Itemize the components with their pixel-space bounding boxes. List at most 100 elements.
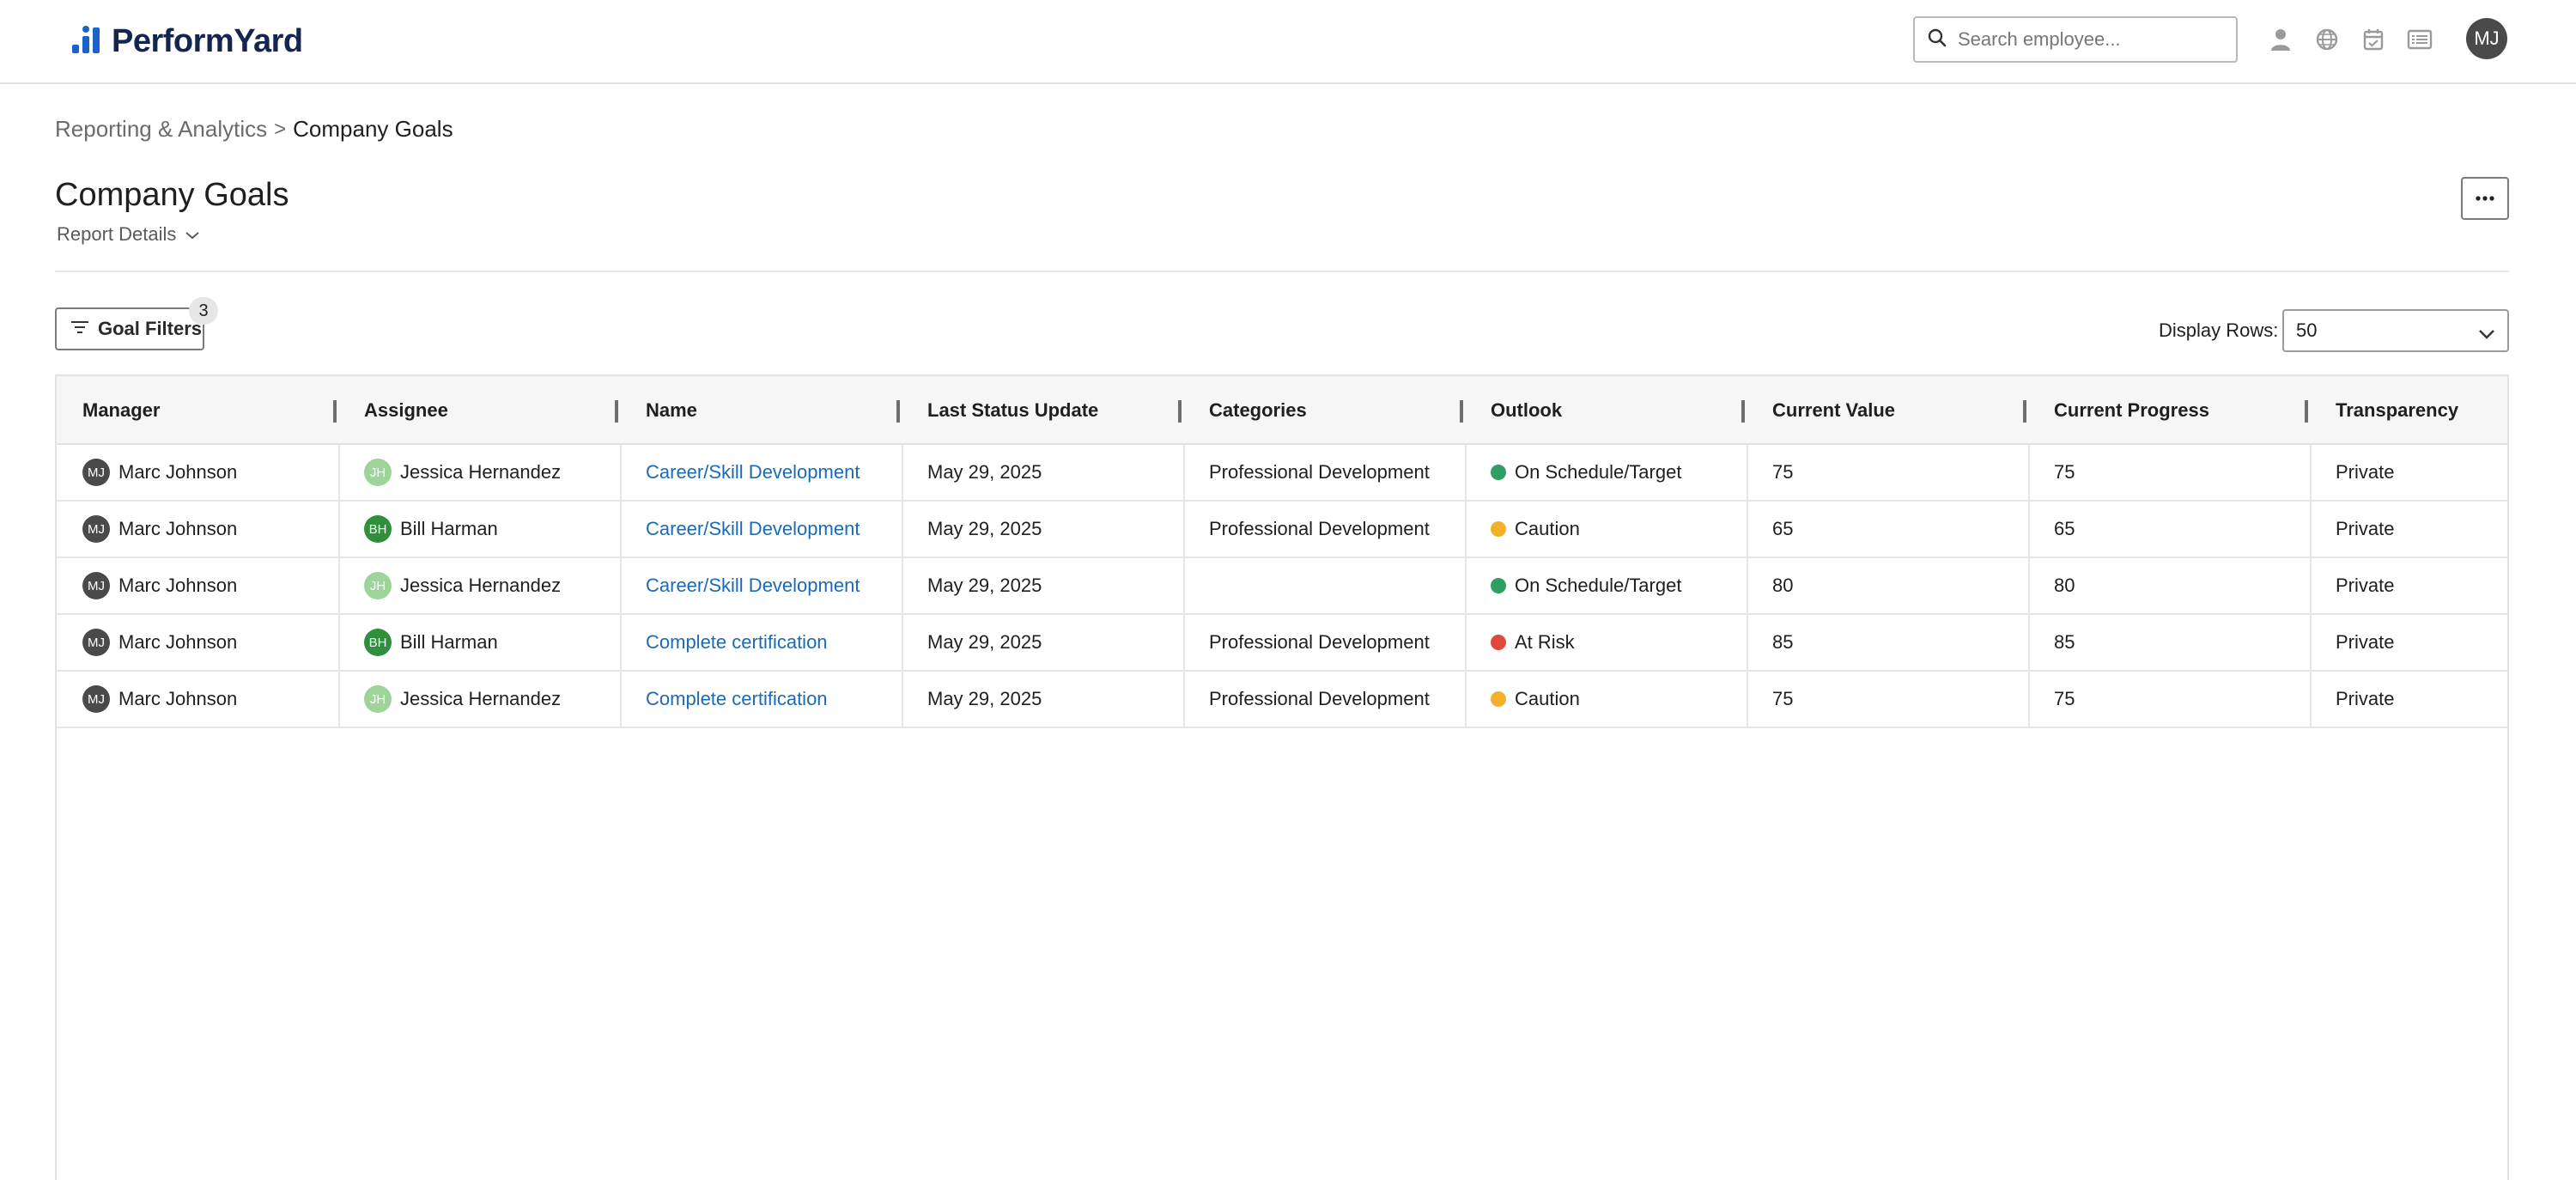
manager-avatar: MJ [82,685,110,713]
assignee-name: Jessica Hernandez [400,461,562,483]
column-resize-handle[interactable] [1178,400,1182,423]
logo-text: PerformYard [112,22,303,59]
table-row[interactable]: MJ Marc Johnson BH Bill Harman Career/Skil… [57,502,2507,558]
assignee-avatar: JH [364,459,392,486]
column-resize-handle[interactable] [896,400,900,423]
transparency: Private [2336,575,2395,596]
category: Professional Development [1209,518,1430,539]
column-header-manager[interactable]: Manager [57,376,338,445]
logo-bars-icon [70,24,106,58]
column-header-current-progress[interactable]: Current Progress [2028,376,2310,445]
search-icon [1927,27,1947,52]
chevron-down-icon [2478,323,2495,345]
column-header-categories[interactable]: Categories [1183,376,1465,445]
column-resize-handle[interactable] [2305,400,2308,423]
manager-name: Marc Johnson [118,575,238,596]
person-icon[interactable] [2265,24,2296,55]
display-rows-label: Display Rows: [2159,319,2279,341]
manager-avatar: MJ [82,572,110,599]
current-value: 80 [1772,575,1794,596]
current-value: 75 [1772,688,1794,709]
current-progress: 85 [2054,631,2075,653]
table-row[interactable]: MJ Marc Johnson BH Bill Harman Complete ce… [57,615,2507,672]
column-header-assignee[interactable]: Assignee [338,376,620,445]
outlook-status: At Risk [1515,631,1575,653]
goal-name-link[interactable]: Complete certification [646,631,828,654]
outlook-status: On Schedule/Target [1515,575,1682,596]
report-details-toggle[interactable]: Report Details [57,223,200,246]
assignee-avatar: BH [364,629,392,656]
last-status-update: May 29, 2025 [927,518,1042,539]
outlook-status: Caution [1515,688,1580,709]
section-divider [55,271,2509,272]
goal-name-link[interactable]: Career/Skill Development [646,461,860,484]
table-row[interactable]: MJ Marc Johnson JH Jessica Hernandez Caree… [57,445,2507,502]
page-title: Company Goals [55,177,289,213]
table-header: Manager Assignee Name Last Status Update… [57,376,2507,445]
top-bar: PerformYard MJ [0,0,2576,84]
search-input[interactable] [1958,28,2215,51]
goal-name-link[interactable]: Complete certification [646,688,828,710]
column-resize-handle[interactable] [615,400,618,423]
column-header-last-status-update[interactable]: Last Status Update [902,376,1183,445]
category [1183,558,1209,613]
status-dot-red [1491,635,1506,650]
assignee-avatar: JH [364,685,392,713]
goal-filters-button[interactable]: Goal Filters [55,307,204,350]
status-dot-green [1491,465,1506,480]
current-progress: 75 [2054,461,2075,483]
column-header-current-value[interactable]: Current Value [1747,376,2028,445]
manager-avatar: MJ [82,515,110,543]
transparency: Private [2336,518,2395,539]
current-progress: 80 [2054,575,2075,596]
last-status-update: May 29, 2025 [927,631,1042,653]
status-dot-yellow [1491,691,1506,707]
assignee-avatar: BH [364,515,392,543]
column-resize-handle[interactable] [2023,400,2026,423]
current-value: 65 [1772,518,1794,539]
user-avatar[interactable]: MJ [2466,18,2507,59]
transparency: Private [2336,461,2395,483]
calendar-check-icon[interactable] [2358,24,2389,55]
breadcrumb-separator: > [274,117,287,141]
table-row[interactable]: MJ Marc Johnson JH Jessica Hernandez Caree… [57,558,2507,615]
more-options-button[interactable] [2461,177,2509,220]
column-header-outlook[interactable]: Outlook [1465,376,1747,445]
breadcrumb-reporting-link[interactable]: Reporting & Analytics [55,116,267,143]
globe-icon[interactable] [2312,24,2342,55]
assignee-name: Bill Harman [400,518,498,539]
manager-name: Marc Johnson [118,461,238,483]
goal-name-link[interactable]: Career/Skill Development [646,575,860,597]
manager-name: Marc Johnson [118,688,238,709]
current-progress: 65 [2054,518,2075,539]
manager-avatar: MJ [82,459,110,486]
ellipsis-icon [2476,191,2494,206]
last-status-update: May 29, 2025 [927,461,1042,483]
list-icon[interactable] [2404,24,2435,55]
column-resize-handle[interactable] [1741,400,1745,423]
table-row[interactable]: MJ Marc Johnson JH Jessica Hernandez Compl… [57,672,2507,728]
column-resize-handle[interactable] [333,400,337,423]
last-status-update: May 29, 2025 [927,575,1042,596]
goal-filters-label: Goal Filters [98,318,203,339]
transparency: Private [2336,631,2395,653]
status-dot-green [1491,578,1506,593]
display-rows-select[interactable]: 50 [2282,309,2509,352]
goal-name-link[interactable]: Career/Skill Development [646,518,860,540]
display-rows-value: 50 [2296,319,2318,341]
category: Professional Development [1209,631,1430,653]
search-box[interactable] [1913,16,2238,63]
category: Professional Development [1209,688,1430,709]
assignee-avatar: JH [364,572,392,599]
status-dot-yellow [1491,521,1506,537]
chevron-down-icon [185,223,200,246]
transparency: Private [2336,688,2395,709]
assignee-name: Bill Harman [400,631,498,653]
performyard-logo[interactable]: PerformYard [70,19,303,64]
column-resize-handle[interactable] [1460,400,1463,423]
column-header-name[interactable]: Name [620,376,902,445]
breadcrumb-current: Company Goals [293,116,453,142]
filter-icon [70,318,89,340]
column-header-transparency[interactable]: Transparency [2310,376,2507,445]
assignee-name: Jessica Hernandez [400,688,562,709]
